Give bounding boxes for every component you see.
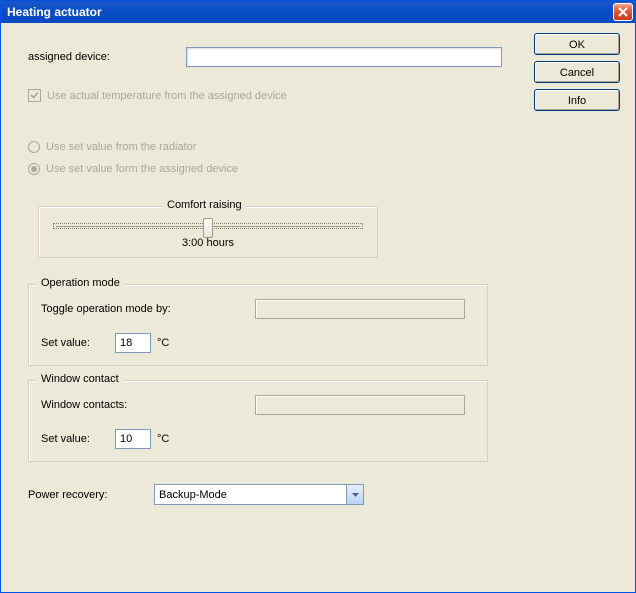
combo-dropdown-button[interactable] — [346, 485, 363, 504]
window-contacts-field[interactable] — [255, 395, 465, 415]
wcontact-set-value-input[interactable] — [115, 429, 151, 449]
cancel-button[interactable]: Cancel — [534, 61, 620, 83]
main-column: assigned device: Use actual temperature … — [28, 33, 508, 505]
title-bar: Heating actuator — [1, 1, 635, 23]
power-recovery-combo[interactable]: Backup-Mode — [154, 484, 364, 505]
comfort-raising-legend: Comfort raising — [163, 199, 246, 211]
window-contact-legend: Window contact — [37, 373, 123, 385]
window-contact-group: Window contact Window contacts: Set valu… — [28, 380, 488, 462]
radio-from-assigned[interactable] — [28, 163, 40, 175]
toggle-operation-row: Toggle operation mode by: — [41, 299, 475, 319]
client-area: OK Cancel Info assigned device: Use actu… — [2, 23, 634, 591]
wcontact-set-value-unit: °C — [157, 433, 169, 445]
power-recovery-label: Power recovery: — [28, 489, 154, 501]
operation-mode-group: Operation mode Toggle operation mode by:… — [28, 284, 488, 366]
window-contacts-row: Window contacts: — [41, 395, 475, 415]
use-actual-temp-checkbox[interactable] — [28, 89, 41, 102]
comfort-slider-thumb[interactable] — [203, 218, 213, 238]
power-recovery-selected: Backup-Mode — [159, 489, 346, 501]
assigned-device-row: assigned device: — [28, 47, 508, 67]
opmode-set-value-input[interactable] — [115, 333, 151, 353]
dialog-buttons: OK Cancel Info — [534, 33, 620, 111]
check-icon — [30, 91, 39, 100]
use-actual-temp-label: Use actual temperature from the assigned… — [47, 90, 287, 102]
set-value-source-group: Use set value from the radiator Use set … — [28, 136, 508, 180]
window-title: Heating actuator — [7, 5, 613, 19]
close-icon — [618, 7, 628, 17]
info-button[interactable]: Info — [534, 89, 620, 111]
comfort-slider-readout: 3:00 hours — [51, 237, 365, 249]
close-button[interactable] — [613, 3, 633, 21]
operation-mode-legend: Operation mode — [37, 277, 124, 289]
assigned-device-label: assigned device: — [28, 51, 186, 63]
radio-from-radiator[interactable] — [28, 141, 40, 153]
radio-from-radiator-row: Use set value from the radiator — [28, 136, 508, 158]
opmode-set-value-label: Set value: — [41, 337, 109, 349]
assigned-device-field[interactable] — [186, 47, 502, 67]
ok-button[interactable]: OK — [534, 33, 620, 55]
comfort-raising-group: Comfort raising 3:00 hours — [38, 206, 378, 258]
radio-from-assigned-row: Use set value form the assigned device — [28, 158, 508, 180]
opmode-set-value-unit: °C — [157, 337, 169, 349]
power-recovery-row: Power recovery: Backup-Mode — [28, 484, 508, 505]
window-contacts-label: Window contacts: — [41, 399, 255, 411]
dialog-window: Heating actuator OK Cancel Info assigned… — [0, 0, 636, 593]
chevron-down-icon — [352, 493, 359, 497]
toggle-operation-label: Toggle operation mode by: — [41, 303, 255, 315]
opmode-set-value-row: Set value: °C — [41, 333, 475, 353]
radio-from-radiator-label: Use set value from the radiator — [46, 141, 196, 153]
use-actual-temp-row: Use actual temperature from the assigned… — [28, 89, 508, 102]
wcontact-set-value-row: Set value: °C — [41, 429, 475, 449]
radio-from-assigned-label: Use set value form the assigned device — [46, 163, 238, 175]
comfort-slider-track[interactable] — [53, 223, 363, 229]
wcontact-set-value-label: Set value: — [41, 433, 109, 445]
toggle-operation-field[interactable] — [255, 299, 465, 319]
